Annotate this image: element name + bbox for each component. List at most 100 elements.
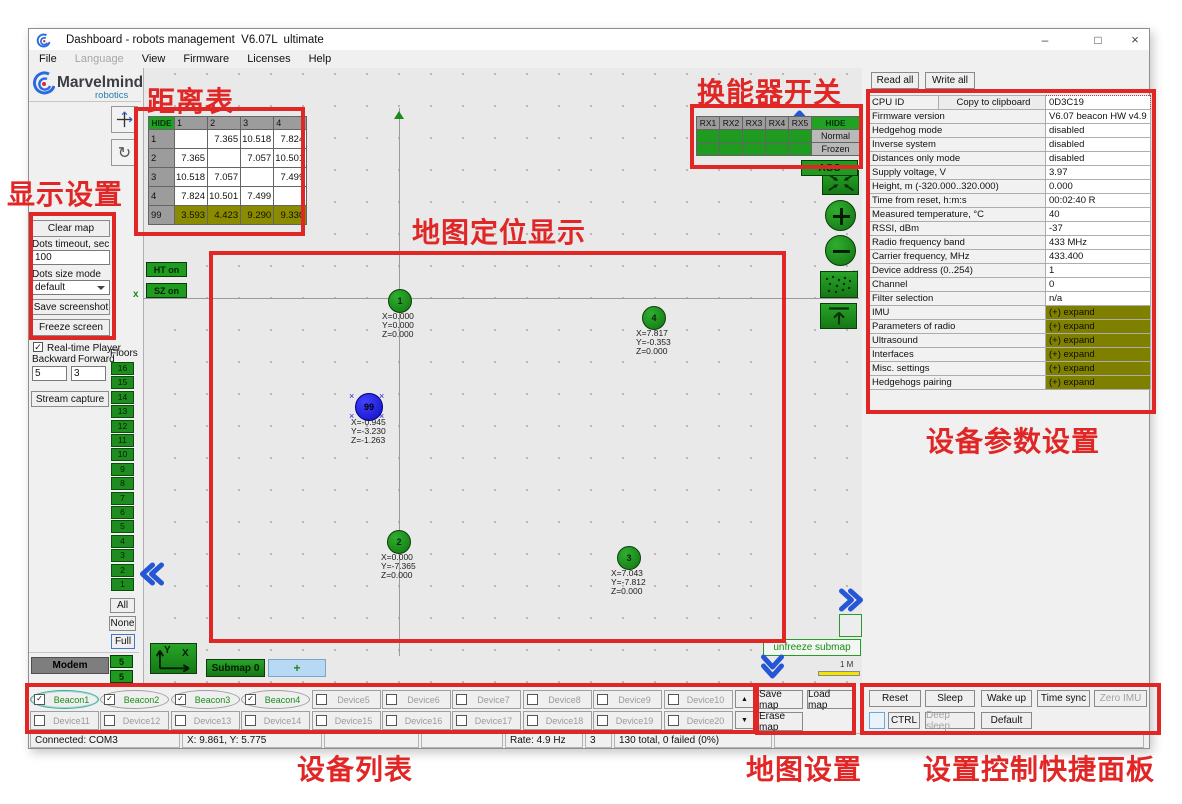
device-item-device6[interactable]: Device6: [382, 690, 451, 709]
agc-button[interactable]: AGC: [801, 160, 858, 176]
rotate-tool-button[interactable]: ↻: [111, 139, 138, 166]
ctrl-button[interactable]: CTRL: [888, 712, 920, 729]
device-item-device5[interactable]: Device5: [312, 690, 381, 709]
floors-none-button[interactable]: None: [109, 616, 136, 631]
checkbox[interactable]: [175, 715, 186, 726]
wake-up-button[interactable]: Wake up: [981, 690, 1032, 707]
time-sync-button[interactable]: Time sync: [1037, 690, 1090, 707]
param-value[interactable]: 3.97: [1046, 166, 1151, 180]
device-item-device15[interactable]: Device15: [312, 711, 381, 730]
pan-up-button[interactable]: [820, 303, 857, 329]
device-item-device11[interactable]: Device11: [30, 711, 99, 730]
stream-capture-button[interactable]: Stream capture: [31, 391, 109, 407]
checkbox[interactable]: ✓: [34, 694, 45, 705]
pan-left-chevron-icon[interactable]: [139, 560, 166, 588]
device-item-beacon4[interactable]: ✓Beacon4: [241, 690, 310, 709]
param-value[interactable]: (+) expand: [1046, 376, 1151, 390]
sleep-button[interactable]: Sleep: [925, 690, 975, 707]
crosshair-tool-button[interactable]: [111, 106, 138, 133]
floor-cell-9[interactable]: 9: [111, 463, 134, 476]
clear-map-button[interactable]: Clear map: [32, 220, 110, 237]
checkbox[interactable]: [316, 715, 327, 726]
device-item-device12[interactable]: Device12: [100, 711, 169, 730]
map-beacon-4[interactable]: 4: [642, 306, 666, 330]
rx-state-cell[interactable]: [743, 130, 766, 143]
floor-cell-8[interactable]: 8: [111, 477, 134, 490]
distance-row-label[interactable]: 4: [149, 187, 175, 206]
distance-row-label[interactable]: 1: [149, 130, 175, 149]
maximize-button[interactable]: □: [1078, 29, 1118, 50]
rx-state-cell[interactable]: [720, 130, 743, 143]
param-value[interactable]: 1: [1046, 264, 1151, 278]
reset-button[interactable]: Reset: [869, 690, 921, 707]
add-submap-button[interactable]: +: [268, 659, 326, 677]
param-value[interactable]: disabled: [1046, 152, 1151, 166]
ctrl-indicator-box[interactable]: [869, 712, 885, 729]
param-value[interactable]: disabled: [1046, 138, 1151, 152]
param-value[interactable]: 0D3C19: [1046, 96, 1151, 110]
menu-view[interactable]: View: [133, 50, 175, 68]
checkbox[interactable]: ✓: [175, 694, 186, 705]
device-scroll-down-button[interactable]: ▼: [735, 711, 754, 729]
rx-col-rx2[interactable]: RX2: [720, 117, 743, 130]
map-beacon-1[interactable]: 1: [388, 289, 412, 313]
checkbox[interactable]: [34, 715, 45, 726]
param-value[interactable]: (+) expand: [1046, 362, 1151, 376]
map-beacon-2[interactable]: 2: [387, 530, 411, 554]
distance-row-label[interactable]: 2: [149, 149, 175, 168]
rx-col-rx5[interactable]: RX5: [789, 117, 812, 130]
forward-input[interactable]: 3: [71, 366, 106, 381]
checkbox[interactable]: [386, 715, 397, 726]
param-value[interactable]: n/a: [1046, 292, 1151, 306]
rx-hide-cell[interactable]: HIDE: [812, 117, 860, 130]
minimize-button[interactable]: –: [1025, 29, 1065, 50]
floor-cell-16[interactable]: 16: [111, 362, 134, 375]
menu-file[interactable]: File: [30, 50, 66, 68]
param-value[interactable]: 0: [1046, 278, 1151, 292]
distance-row-label[interactable]: 3: [149, 168, 175, 187]
ht-on-toggle[interactable]: HT on: [146, 262, 187, 277]
checkbox[interactable]: [386, 694, 397, 705]
map-beacon-3[interactable]: 3: [617, 546, 641, 570]
checkbox[interactable]: [527, 694, 538, 705]
checkbox[interactable]: [104, 715, 115, 726]
device-item-beacon1[interactable]: ✓Beacon1: [30, 690, 99, 709]
device-item-device20[interactable]: Device20: [664, 711, 733, 730]
param-value[interactable]: (+) expand: [1046, 348, 1151, 362]
copy-to-clipboard-button[interactable]: Copy to clipboard: [939, 96, 1046, 110]
floors-all-button[interactable]: All: [110, 598, 135, 613]
zoom-out-button[interactable]: [825, 235, 856, 266]
param-value[interactable]: V6.07 beacon HW v4.9: [1046, 110, 1151, 124]
param-value[interactable]: (+) expand: [1046, 306, 1151, 320]
read-all-button[interactable]: Read all: [871, 72, 919, 89]
checkbox[interactable]: [597, 694, 608, 705]
checkbox[interactable]: [668, 715, 679, 726]
checkbox[interactable]: [316, 694, 327, 705]
param-value[interactable]: 433 MHz: [1046, 236, 1151, 250]
param-value[interactable]: 00:02:40 R: [1046, 194, 1151, 208]
device-item-device18[interactable]: Device18: [523, 711, 592, 730]
checkbox[interactable]: [245, 715, 256, 726]
param-value[interactable]: (+) expand: [1046, 320, 1151, 334]
floor-cell-6[interactable]: 6: [111, 506, 134, 519]
pan-right-chevron-icon[interactable]: [837, 586, 864, 614]
rx-state-cell[interactable]: [697, 143, 720, 156]
sz-on-toggle[interactable]: SZ on: [146, 283, 187, 298]
device-item-device16[interactable]: Device16: [382, 711, 451, 730]
dots-size-select[interactable]: default: [32, 280, 110, 295]
load-map-button[interactable]: Load map: [807, 690, 853, 709]
rx-state-cell[interactable]: [697, 130, 720, 143]
erase-map-button[interactable]: Erase map: [758, 712, 803, 731]
rx-state-cell[interactable]: [766, 130, 789, 143]
checkbox[interactable]: [527, 715, 538, 726]
device-item-beacon3[interactable]: ✓Beacon3: [171, 690, 240, 709]
distance-row-label[interactable]: 99: [149, 206, 175, 225]
show-dots-button[interactable]: [820, 271, 858, 298]
modem-button[interactable]: Modem: [31, 657, 109, 674]
device-item-device19[interactable]: Device19: [593, 711, 662, 730]
floor-cell-12[interactable]: 12: [111, 420, 134, 433]
save-map-button[interactable]: Save map: [758, 690, 803, 709]
rx-col-rx1[interactable]: RX1: [697, 117, 720, 130]
checkbox[interactable]: ✓: [245, 694, 256, 705]
checkbox[interactable]: [456, 715, 467, 726]
